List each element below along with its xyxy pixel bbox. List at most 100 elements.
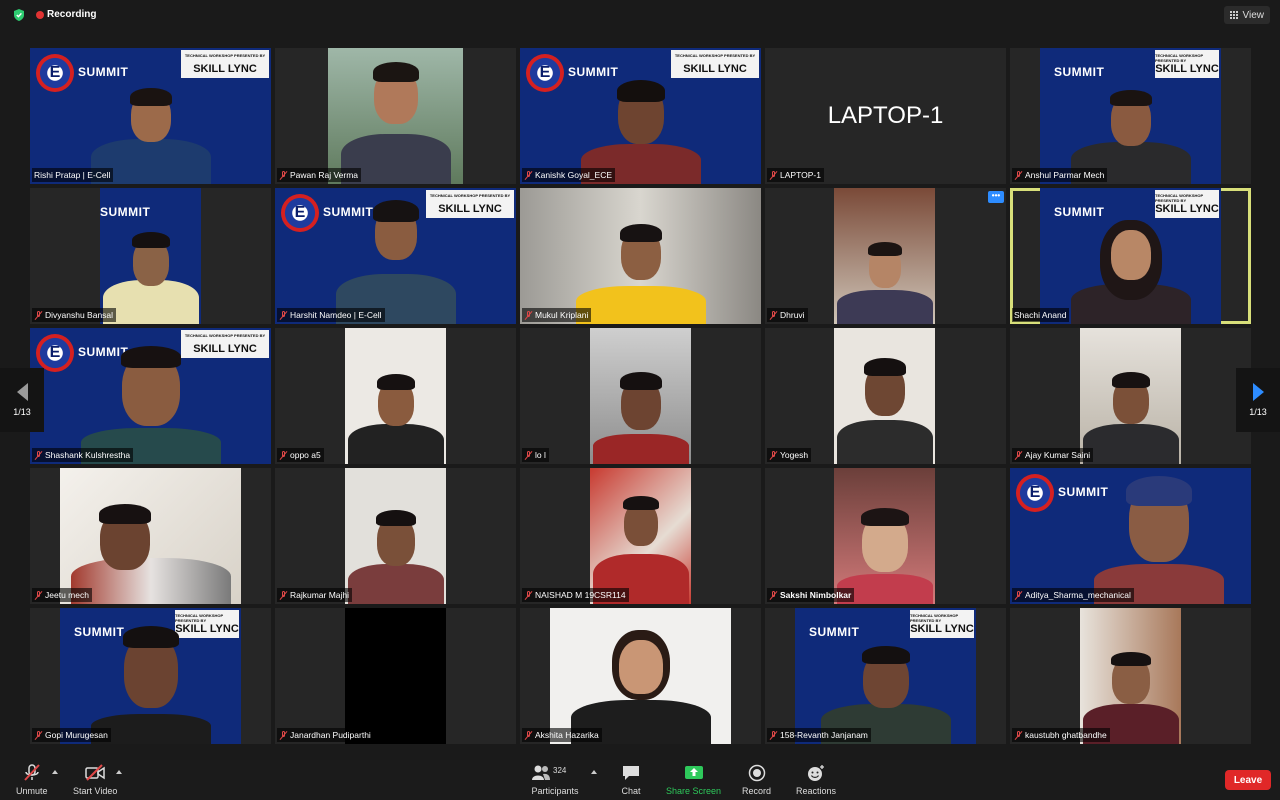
participant-name: Akshita Hazarika	[535, 730, 599, 740]
participant-tile[interactable]: LAPTOP-1 LAPTOP-1	[765, 48, 1006, 184]
participant-tile[interactable]: lo l	[520, 328, 761, 464]
muted-mic-icon	[279, 170, 288, 180]
participant-name: Sakshi Nimbolkar	[780, 590, 852, 600]
recording-dot-icon	[36, 11, 44, 19]
muted-mic-icon	[34, 730, 43, 740]
muted-mic-icon	[769, 310, 778, 320]
participant-tile[interactable]: Jeetu mech	[30, 468, 271, 604]
banner-summit-text: SUMMIT	[809, 625, 860, 639]
participant-tile[interactable]: E SUMMIT TECHNICAL WORKSHOP PRESENTED BY…	[275, 188, 516, 324]
participant-placeholder-name: LAPTOP-1	[827, 102, 944, 129]
participant-name: Pawan Raj Verma	[290, 170, 359, 180]
view-label: View	[1242, 9, 1265, 21]
participant-name-tag: Anshul Parmar Mech	[1012, 168, 1108, 182]
participant-name-tag: Harshit Namdeo | E-Cell	[277, 308, 385, 322]
record-icon	[748, 764, 765, 782]
arrow-right-icon	[1252, 383, 1264, 401]
muted-mic-icon	[1014, 590, 1023, 600]
participant-tile[interactable]: Janardhan Pudiparthi	[275, 608, 516, 744]
chat-button[interactable]: Chat	[621, 764, 641, 796]
e-summit-logo-icon: E	[1016, 474, 1054, 512]
participant-tile[interactable]: ••• Dhruvi	[765, 188, 1006, 324]
participant-tile[interactable]: oppo a5	[275, 328, 516, 464]
participant-tile[interactable]: SUMMIT TECHNICAL WORKSHOP PRESENTED BY SK…	[765, 608, 1006, 744]
participant-tile[interactable]: Sakshi Nimbolkar	[765, 468, 1006, 604]
participant-name-tag: oppo a5	[277, 448, 324, 462]
unmute-button[interactable]: Unmute	[16, 764, 48, 796]
record-button[interactable]: Record	[742, 764, 771, 796]
leave-button[interactable]: Leave	[1225, 770, 1271, 790]
participant-tile[interactable]: E SUMMIT TECHNICAL WORKSHOP PRESENTED BY…	[30, 328, 271, 464]
participant-video	[566, 624, 716, 744]
view-button[interactable]: View	[1223, 6, 1270, 24]
participant-name: Harshit Namdeo | E-Cell	[290, 310, 382, 320]
muted-mic-icon	[1014, 170, 1023, 180]
share-screen-button[interactable]: Share Screen	[666, 764, 721, 796]
muted-mic-icon	[524, 310, 533, 320]
previous-page-button[interactable]: 1/13	[0, 368, 44, 432]
participant-name: Ajay Kumar Saini	[1025, 450, 1091, 460]
participant-tile[interactable]: Akshita Hazarika	[520, 608, 761, 744]
participant-name: Dhruvi	[780, 310, 805, 320]
participants-button[interactable]: 324 Participants	[531, 764, 579, 796]
participants-options-caret-icon[interactable]	[591, 770, 597, 774]
participant-tile-active-speaker[interactable]: SUMMIT TECHNICAL WORKSHOP PRESENTED BY SK…	[1010, 188, 1251, 324]
participant-tile[interactable]: NAISHAD M 19CSR114	[520, 468, 761, 604]
banner-workshop-text: TECHNICAL WORKSHOP PRESENTED BY	[910, 613, 959, 623]
participant-name-tag: Sakshi Nimbolkar	[767, 588, 855, 602]
audio-options-caret-icon[interactable]	[52, 770, 58, 774]
participant-tile[interactable]: E SUMMIT Aditya_Sharma_mechanical	[1010, 468, 1251, 604]
share-screen-label: Share Screen	[666, 786, 722, 796]
start-video-button[interactable]: Start Video	[73, 764, 117, 796]
recording-label[interactable]: Recording	[47, 9, 96, 20]
banner-workshop-text: TECHNICAL WORKSHOP PRESENTED BY	[184, 53, 266, 58]
participant-name-tag: NAISHAD M 19CSR114	[522, 588, 629, 602]
muted-mic-icon	[279, 450, 288, 460]
video-options-caret-icon[interactable]	[116, 770, 122, 774]
participant-tile[interactable]: Yogesh	[765, 328, 1006, 464]
participant-video	[346, 498, 446, 604]
record-label: Record	[742, 786, 772, 796]
participant-tile[interactable]: SUMMIT TECHNICAL WORKSHOP PRESENTED BY SK…	[1010, 48, 1251, 184]
grid-icon	[1230, 11, 1239, 20]
participant-tile[interactable]: Ajay Kumar Saini	[1010, 328, 1251, 464]
participant-tile[interactable]: E SUMMIT TECHNICAL WORKSHOP PRESENTED BY…	[30, 48, 271, 184]
muted-mic-icon	[279, 310, 288, 320]
skill-lync-logo: TECHNICAL WORKSHOP PRESENTED BY SKILL LYN…	[910, 610, 974, 638]
participant-name-tag: Aditya_Sharma_mechanical	[1012, 588, 1134, 602]
participant-tile[interactable]: SUMMIT Divyanshu Bansal	[30, 188, 271, 324]
participant-tile[interactable]: Rajkumar Majhi	[275, 468, 516, 604]
next-page-button[interactable]: 1/13	[1236, 368, 1280, 432]
participant-name: Rishi Pratap | E-Cell	[34, 170, 111, 180]
participant-tile[interactable]: SUMMIT TECHNICAL WORKSHOP PRESENTED BY SK…	[30, 608, 271, 744]
participant-tile[interactable]: Pawan Raj Verma	[275, 48, 516, 184]
participant-tile[interactable]: kaustubh ghatbandhe	[1010, 608, 1251, 744]
muted-mic-icon	[524, 450, 533, 460]
participant-name-tag: Janardhan Pudiparthi	[277, 728, 374, 742]
participant-name-tag: Mukul Kriplani	[522, 308, 592, 322]
participant-video	[591, 486, 691, 604]
participant-name-tag: kaustubh ghatbandhe	[1012, 728, 1110, 742]
participant-tile[interactable]: E SUMMIT TECHNICAL WORKSHOP PRESENTED BY…	[520, 48, 761, 184]
participant-video-off	[345, 608, 446, 744]
e-summit-logo-icon: E	[281, 194, 319, 232]
participant-video	[835, 346, 935, 464]
participant-name: LAPTOP-1	[780, 170, 821, 180]
more-options-button[interactable]: •••	[988, 191, 1004, 203]
muted-mic-icon	[524, 590, 533, 600]
participant-name: NAISHAD M 19CSR114	[535, 590, 626, 600]
participant-video	[346, 364, 446, 464]
participant-video	[86, 618, 216, 744]
muted-mic-icon	[1014, 730, 1023, 740]
muted-mic-icon	[1014, 450, 1023, 460]
shield-icon[interactable]	[12, 8, 26, 22]
reactions-button[interactable]: Reactions	[796, 764, 836, 796]
participant-name: Kanishk Goyal_ECE	[535, 170, 613, 180]
participants-icon	[532, 765, 550, 780]
share-screen-icon	[684, 766, 703, 779]
participant-name: Divyanshu Bansal	[45, 310, 114, 320]
muted-mic-icon	[34, 310, 43, 320]
muted-mic-icon	[34, 590, 43, 600]
muted-microphone-icon	[24, 764, 40, 781]
participant-tile[interactable]: Mukul Kriplani	[520, 188, 761, 324]
